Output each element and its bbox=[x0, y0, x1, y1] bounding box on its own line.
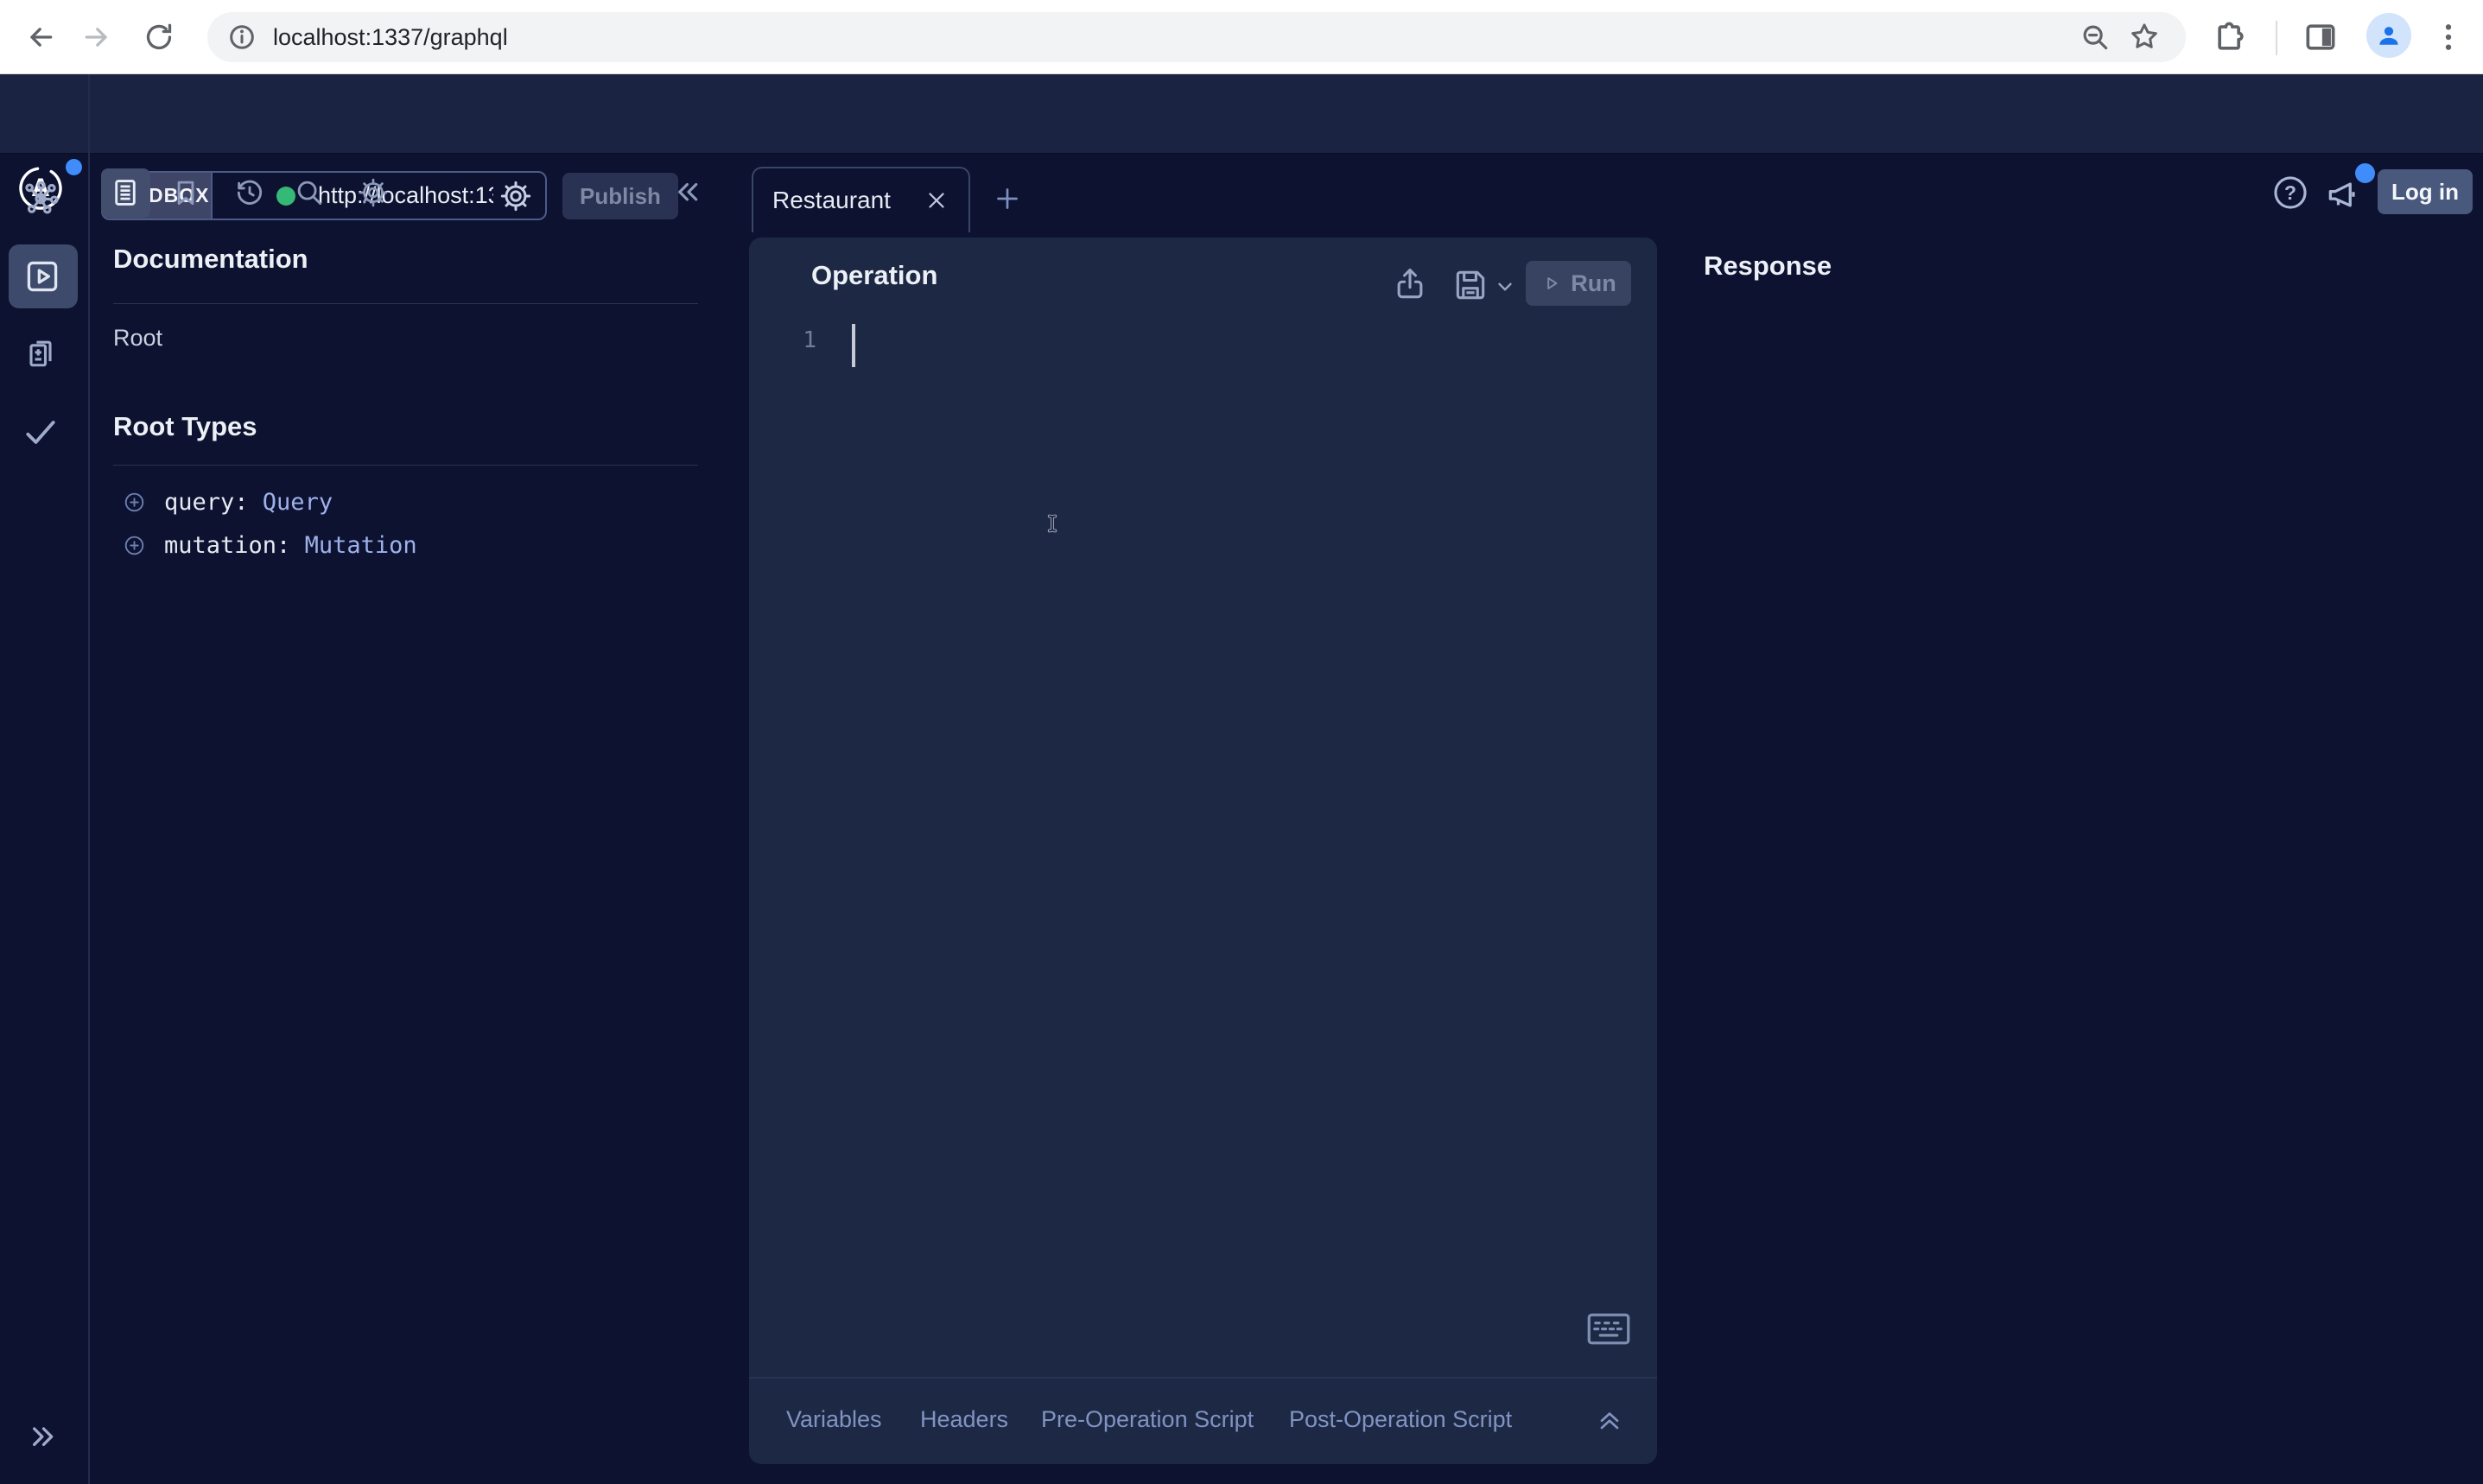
apollo-sandbox-window: localhost:1337/graphql bbox=[0, 0, 2483, 1484]
docs-divider bbox=[113, 303, 698, 304]
tab-label: Restaurant bbox=[772, 187, 924, 214]
close-tab-icon[interactable] bbox=[924, 187, 949, 213]
tab-restaurant[interactable]: Restaurant bbox=[752, 167, 970, 232]
docs-panel-title: Documentation bbox=[113, 244, 308, 275]
docs-root-item[interactable]: Root bbox=[113, 325, 162, 352]
zoom-out-icon[interactable] bbox=[2079, 21, 2112, 54]
run-button[interactable]: Run bbox=[1526, 261, 1631, 306]
history-icon[interactable] bbox=[233, 176, 266, 209]
run-label: Run bbox=[1571, 270, 1616, 297]
mutation-field-name: mutation: bbox=[164, 532, 305, 559]
site-info-icon[interactable] bbox=[226, 22, 257, 53]
endpoint-url-input[interactable]: http://localhost:1337/gra... bbox=[318, 182, 493, 209]
expand-footer-icon[interactable] bbox=[1594, 1405, 1625, 1436]
tab-headers[interactable]: Headers bbox=[920, 1406, 1008, 1433]
query-field-name: query: bbox=[164, 489, 263, 516]
operation-editor[interactable] bbox=[749, 315, 1657, 1376]
tab-post-operation-script[interactable]: Post-Operation Script bbox=[1289, 1406, 1512, 1433]
save-dropdown-chevron-icon[interactable] bbox=[1494, 276, 1516, 298]
response-title: Response bbox=[1704, 251, 1832, 282]
operation-panel: Operation Run 1 bbox=[749, 238, 1657, 1464]
text-caret bbox=[852, 324, 855, 367]
address-bar[interactable]: localhost:1337/graphql bbox=[207, 12, 2186, 62]
mouse-ibeam-cursor bbox=[1041, 512, 1064, 549]
notification-dot bbox=[2355, 163, 2375, 183]
new-tab-icon[interactable] bbox=[992, 183, 1023, 214]
root-type-mutation-row: mutation: Mutation bbox=[164, 532, 417, 559]
svg-text:?: ? bbox=[2284, 181, 2296, 204]
collapse-panel-icon[interactable] bbox=[672, 176, 705, 209]
root-type-query-row: query: Query bbox=[164, 489, 333, 516]
extensions-icon[interactable] bbox=[2212, 18, 2250, 56]
explorer-play-icon[interactable] bbox=[23, 257, 61, 295]
keyboard-shortcuts-icon[interactable] bbox=[1586, 1312, 1631, 1345]
checks-icon[interactable] bbox=[22, 413, 60, 451]
root-types-title: Root Types bbox=[113, 411, 257, 442]
toolbar-divider bbox=[2276, 21, 2277, 55]
browser-menu-icon[interactable] bbox=[2431, 20, 2466, 54]
add-mutation-field-icon[interactable] bbox=[123, 534, 146, 557]
schema-notification-dot bbox=[66, 159, 82, 175]
operation-footer: Variables Headers Pre-Operation Script P… bbox=[749, 1377, 1657, 1464]
side-panel-icon[interactable] bbox=[2302, 18, 2340, 56]
browser-toolbar: localhost:1337/graphql bbox=[0, 0, 2483, 74]
browser-reload-icon[interactable] bbox=[142, 20, 176, 54]
add-query-field-icon[interactable] bbox=[123, 491, 146, 514]
mutation-type-link[interactable]: Mutation bbox=[305, 532, 417, 559]
url-text[interactable]: localhost:1337/graphql bbox=[273, 24, 2063, 51]
browser-forward-icon[interactable] bbox=[79, 20, 114, 54]
tab-variables[interactable]: Variables bbox=[786, 1406, 882, 1433]
operation-title: Operation bbox=[811, 260, 937, 291]
apollo-sandbox-app: A SANDBOX http://localhost:1337/gra... P… bbox=[0, 74, 2483, 1484]
search-icon[interactable] bbox=[293, 176, 326, 209]
share-operation-icon[interactable] bbox=[1391, 265, 1429, 303]
rail-divider bbox=[88, 74, 90, 1484]
announcements-megaphone-icon[interactable] bbox=[2324, 175, 2362, 213]
login-button[interactable]: Log in bbox=[2378, 169, 2473, 214]
schema-graph-icon[interactable] bbox=[22, 178, 60, 216]
publish-button[interactable]: Publish bbox=[562, 173, 678, 219]
line-number: 1 bbox=[792, 327, 816, 353]
app-header: A SANDBOX http://localhost:1337/gra... P… bbox=[0, 74, 2483, 154]
expand-rail-icon[interactable] bbox=[24, 1420, 59, 1455]
query-type-link[interactable]: Query bbox=[263, 489, 333, 516]
bookmarks-icon[interactable] bbox=[169, 176, 202, 209]
documentation-icon[interactable] bbox=[109, 176, 142, 209]
save-operation-icon[interactable] bbox=[1451, 266, 1489, 304]
profile-avatar[interactable] bbox=[2366, 13, 2411, 58]
browser-back-icon[interactable] bbox=[23, 20, 58, 54]
bookmark-star-icon[interactable] bbox=[2127, 20, 2162, 54]
settings-gear-icon[interactable] bbox=[357, 176, 390, 209]
run-play-icon bbox=[1540, 272, 1563, 295]
tab-pre-operation-script[interactable]: Pre-Operation Script bbox=[1041, 1406, 1254, 1433]
collections-icon[interactable] bbox=[22, 334, 60, 372]
root-types-divider bbox=[113, 465, 698, 466]
connection-settings-gear-icon[interactable] bbox=[499, 179, 533, 213]
help-icon[interactable]: ? bbox=[2271, 174, 2309, 212]
